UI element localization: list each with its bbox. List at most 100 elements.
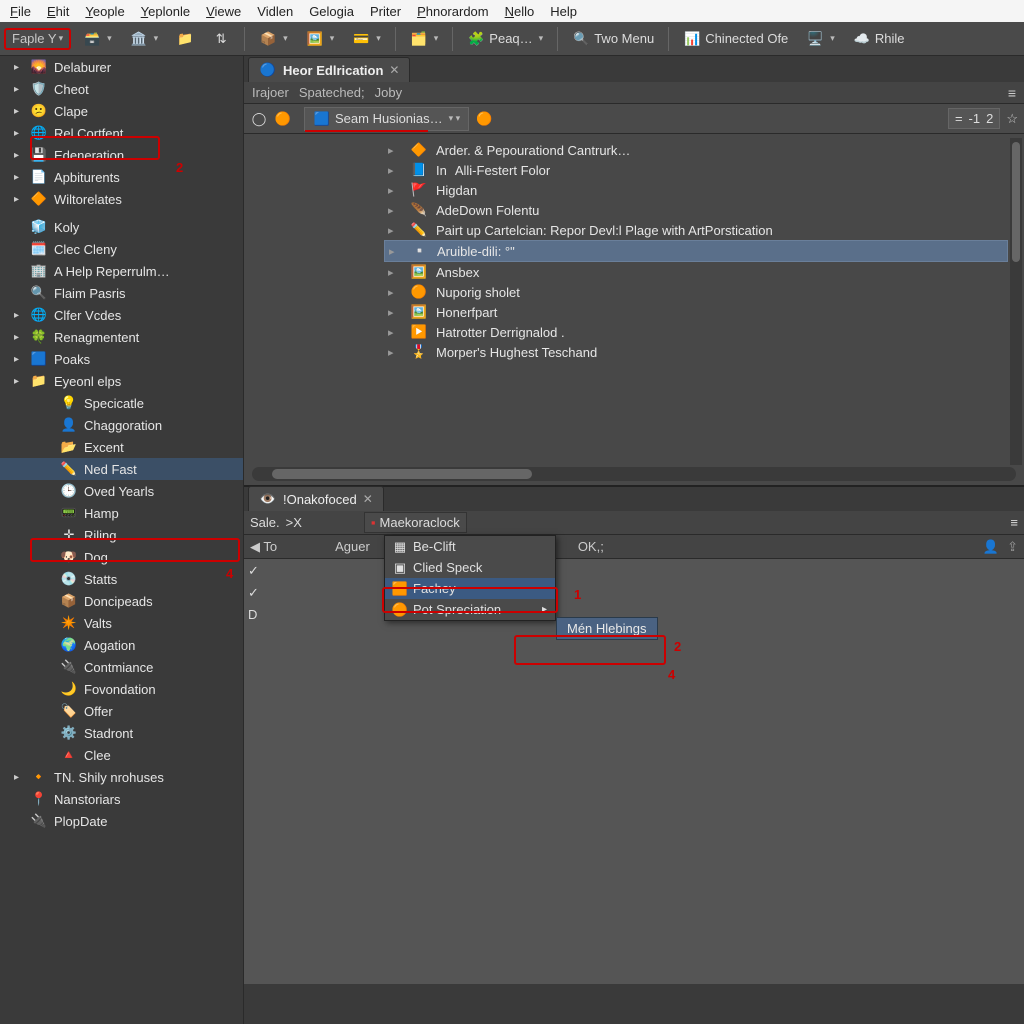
bottom-tab[interactable]: 👁️ !Onakofoced ✕ bbox=[248, 486, 384, 511]
hamburger-icon[interactable]: ≡ bbox=[1008, 85, 1016, 101]
sidebar-item-delaburer[interactable]: ▸🌄Delaburer bbox=[0, 56, 243, 78]
close-icon[interactable]: ✕ bbox=[363, 492, 373, 506]
sidebar-item-apbiturents[interactable]: ▸📄Apbiturents bbox=[0, 166, 243, 188]
sidebar-item-excent[interactable]: 📂Excent bbox=[0, 436, 243, 458]
vertical-scrollbar[interactable] bbox=[1010, 138, 1022, 465]
sidebar-item-contmiance[interactable]: 🔌Contmiance bbox=[0, 656, 243, 678]
sidebar-item-dog[interactable]: 🐶Dog bbox=[0, 546, 243, 568]
list-item[interactable]: ▸📘InAlli-Festert Folor bbox=[384, 160, 1008, 180]
star-icon[interactable]: ☆ bbox=[1006, 111, 1018, 127]
tb-icon-7[interactable]: 💳▾ bbox=[346, 28, 387, 50]
scrollbar-thumb[interactable] bbox=[272, 469, 532, 479]
menu-phnorardom[interactable]: Phnorardom bbox=[411, 3, 495, 20]
sidebar-item-riling[interactable]: ✛Riling bbox=[0, 524, 243, 546]
tb-icon-4[interactable]: ⇅ bbox=[206, 28, 236, 50]
tb-icon-8[interactable]: 🗂️▾ bbox=[404, 28, 445, 50]
list-item[interactable]: ▸🖼️Ansbex bbox=[384, 262, 1008, 282]
sidebar-item-a-help-reperrulm-[interactable]: 🏢A Help Reperrulm… bbox=[0, 260, 243, 282]
sidebar-item-clfer-vcdes[interactable]: ▸🌐Clfer Vcdes bbox=[0, 304, 243, 326]
check-row[interactable]: D bbox=[248, 607, 259, 622]
sidebar-item-offer[interactable]: 🏷️Offer bbox=[0, 700, 243, 722]
sidebar-item-statts[interactable]: 💿Statts bbox=[0, 568, 243, 590]
sidebar-item-valts[interactable]: ✴️Valts bbox=[0, 612, 243, 634]
sidebar-item-specicatle[interactable]: 💡Specicatle bbox=[0, 392, 243, 414]
horizontal-scrollbar[interactable] bbox=[252, 467, 1016, 481]
sidebar-item-aogation[interactable]: 🌍Aogation bbox=[0, 634, 243, 656]
aguer-label[interactable]: Aguer bbox=[335, 539, 370, 554]
menu-gelogia[interactable]: Gelogia bbox=[303, 3, 360, 20]
submenu-item[interactable]: Mén Hlebings bbox=[556, 617, 658, 640]
list-item[interactable]: ▸🎖️Morper's Hughest Teschand bbox=[384, 342, 1008, 362]
crumb-maek[interactable]: ▪ Maekoraclock bbox=[364, 512, 467, 533]
hamburger-icon[interactable]: ≡ bbox=[1010, 515, 1018, 530]
sidebar-item-wiltorelates[interactable]: ▸🔶Wiltorelates bbox=[0, 188, 243, 210]
sidebar-item-clee[interactable]: 🔺Clee bbox=[0, 744, 243, 766]
sidebar-item-chaggoration[interactable]: 👤Chaggoration bbox=[0, 414, 243, 436]
list-item[interactable]: ▸▫️Aruible-dili: °" bbox=[384, 240, 1008, 262]
tb-icon-2[interactable]: 🏛️▾ bbox=[124, 28, 165, 50]
upload-icon[interactable]: ⇪ bbox=[1007, 539, 1018, 555]
crumb-sale[interactable]: Sale. bbox=[250, 515, 280, 530]
sidebar-item-eyeonl-elps[interactable]: ▸📁Eyeonl elps bbox=[0, 370, 243, 392]
rhile-button[interactable]: ☁️Rhile bbox=[847, 28, 911, 50]
menu-ehit[interactable]: Ehit bbox=[41, 3, 75, 20]
tb-icon-9[interactable]: 🖥️▾ bbox=[800, 28, 841, 50]
menu-file[interactable]: File bbox=[4, 3, 37, 20]
help-icon[interactable]: 🟠 bbox=[475, 110, 493, 128]
menu-viewe[interactable]: Viewe bbox=[200, 3, 247, 20]
fable-button[interactable]: Faple Y ▾ bbox=[4, 28, 71, 50]
sidebar-item-hamp[interactable]: 📟Hamp bbox=[0, 502, 243, 524]
tb-icon-5[interactable]: 📦▾ bbox=[253, 28, 294, 50]
circle-icon[interactable]: ◯ bbox=[250, 110, 268, 128]
menu-priter[interactable]: Priter bbox=[364, 3, 407, 20]
menu-item-fachey[interactable]: 🟧Fachey bbox=[385, 578, 555, 599]
sidebar-item-ned-fast[interactable]: ✏️Ned Fast bbox=[0, 458, 243, 480]
sidebar-item-cheot[interactable]: ▸🛡️Cheot bbox=[0, 78, 243, 100]
tb-icon-1[interactable]: 🗃️▾ bbox=[77, 28, 118, 50]
sidebar-item-renagmentent[interactable]: ▸🍀Renagmentent bbox=[0, 326, 243, 348]
sidebar-item-plopdate[interactable]: 🔌PlopDate bbox=[0, 810, 243, 832]
peaq-button[interactable]: 🧩Peaq…▾ bbox=[461, 28, 549, 50]
menu-nello[interactable]: Nello bbox=[499, 3, 541, 20]
tb-icon-6[interactable]: 🖼️▾ bbox=[300, 28, 341, 50]
sidebar-item-oved-yearls[interactable]: 🕒Oved Yearls bbox=[0, 480, 243, 502]
list-item[interactable]: ▸🚩Higdan bbox=[384, 180, 1008, 200]
check-row[interactable]: ✓ bbox=[248, 585, 259, 601]
subbar-item[interactable]: Joby bbox=[375, 85, 402, 100]
check-row[interactable]: ✓ bbox=[248, 563, 259, 579]
search-dropdown[interactable]: 🟦 Seam Husionias… ▾ ▾ bbox=[304, 107, 469, 131]
to-button[interactable]: ◀ To bbox=[250, 539, 277, 555]
sidebar-item-rel cortfent[interactable]: ▸🌐Rel Cortfent bbox=[0, 122, 243, 144]
editor-tab[interactable]: 🔵 Heor Edlrication ✕ bbox=[248, 57, 410, 82]
list-item[interactable]: ▸🟠Nuporig sholet bbox=[384, 282, 1008, 302]
sidebar-item-flaim-pasris[interactable]: 🔍Flaim Pasris bbox=[0, 282, 243, 304]
tb-icon-3[interactable]: 📁 bbox=[170, 28, 200, 50]
list-item[interactable]: ▸▶️Hatrotter Derrignalod . bbox=[384, 322, 1008, 342]
menu-vidlen[interactable]: Vidlen bbox=[251, 3, 299, 20]
orb-icon[interactable]: 🟠 bbox=[274, 110, 292, 128]
sidebar-item-clec-cleny[interactable]: 🗓️Clec Cleny bbox=[0, 238, 243, 260]
sidebar-item-edeneration[interactable]: ▸💾Edeneration bbox=[0, 144, 243, 166]
sidebar-item-stadront[interactable]: ⚙️Stadront bbox=[0, 722, 243, 744]
list-item[interactable]: ▸🪶AdeDown Folentu bbox=[384, 200, 1008, 220]
crumb-x[interactable]: >X bbox=[286, 515, 302, 530]
subbar-item[interactable]: Irajoer bbox=[252, 85, 289, 100]
two-menu-button[interactable]: 🔍Two Menu bbox=[566, 28, 660, 50]
menu-yeople[interactable]: Yeople bbox=[79, 3, 130, 20]
number-box[interactable]: = -1 2 bbox=[948, 108, 1000, 129]
list-item[interactable]: ▸✏️Pairt up Cartelcian: Repor Devl:l Pla… bbox=[384, 220, 1008, 240]
sidebar-item-nanstoriars[interactable]: 📍Nanstoriars bbox=[0, 788, 243, 810]
sidebar-item-clape[interactable]: ▸😕Clape bbox=[0, 100, 243, 122]
sidebar-item-tn-shily-nrohuses[interactable]: ▸🔸TN. Shily nrohuses bbox=[0, 766, 243, 788]
menu-help[interactable]: Help bbox=[544, 3, 583, 20]
scrollbar-thumb[interactable] bbox=[1012, 142, 1020, 262]
list-item[interactable]: ▸🔶Arder. & Pepourationd Cantrurk… bbox=[384, 140, 1008, 160]
menu-item-potspreciation[interactable]: 🟠Pot Spreciation▸ bbox=[385, 599, 555, 620]
close-icon[interactable]: ✕ bbox=[389, 63, 399, 77]
user-icon[interactable]: 👤 bbox=[983, 539, 999, 555]
subbar-item[interactable]: Spateched; bbox=[299, 85, 365, 100]
menu-item-cliedspeck[interactable]: ▣Clied Speck bbox=[385, 557, 555, 578]
menu-yeplonle[interactable]: Yeplonle bbox=[135, 3, 196, 20]
sidebar-item-poaks[interactable]: ▸🟦Poaks bbox=[0, 348, 243, 370]
chinected-button[interactable]: 📊Chinected Ofe bbox=[677, 28, 794, 50]
